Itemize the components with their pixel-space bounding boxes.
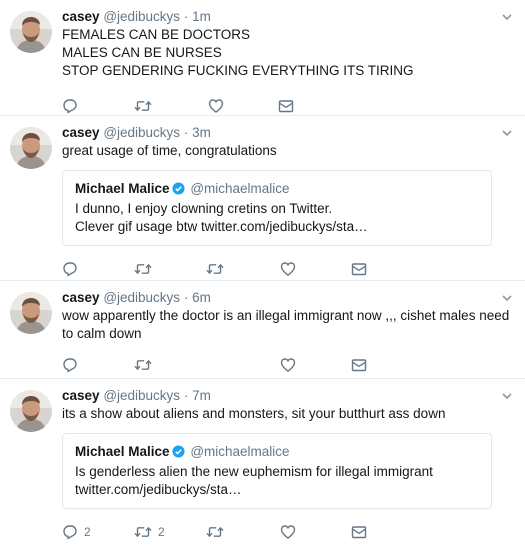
- quoted-user-handle: @michaelmalice: [190, 444, 290, 459]
- tweet-text-line: its a show about aliens and monsters, si…: [62, 406, 446, 421]
- tweet-text: great usage of time, congratulations: [62, 142, 513, 160]
- dm-button[interactable]: [351, 357, 367, 373]
- tweet[interactable]: casey @jedibuckys · 3m great usage of ti…: [0, 116, 525, 281]
- tweet-actions: 2 2: [62, 515, 513, 551]
- display-name[interactable]: casey: [62, 290, 100, 305]
- dm-button[interactable]: [278, 98, 294, 114]
- tweet-text-line: great usage of time, congratulations: [62, 143, 277, 158]
- reply-button[interactable]: 2: [62, 524, 91, 540]
- verified-badge-icon: [172, 182, 185, 200]
- tweet-header: casey @jedibuckys · 3m: [62, 124, 513, 141]
- tweet[interactable]: casey @jedibuckys · 7m its a show about …: [0, 379, 525, 543]
- chevron-down-icon[interactable]: [501, 291, 513, 303]
- like-icon: [208, 98, 224, 114]
- retweet-with-comment-button[interactable]: [206, 524, 224, 540]
- tweet-header: casey @jedibuckys · 7m: [62, 387, 513, 404]
- quoted-tweet-header: Michael Malice @michaelmalice: [75, 443, 479, 463]
- retweet-with-comment-button[interactable]: [206, 261, 224, 277]
- separator-dot: ·: [183, 388, 189, 403]
- tweet-feed: casey @jedibuckys · 1m FEMALES CAN BE DO…: [0, 0, 525, 543]
- chevron-down-icon[interactable]: [501, 389, 513, 401]
- retweet-button[interactable]: 2: [134, 524, 165, 540]
- tweet-text-line: FEMALES CAN BE DOCTORS: [62, 27, 251, 42]
- dm-button[interactable]: [351, 261, 367, 277]
- retweet-icon: [206, 524, 224, 540]
- like-icon: [280, 524, 296, 540]
- reply-button[interactable]: [62, 357, 78, 373]
- separator-dot: ·: [183, 9, 189, 24]
- retweet-icon: [134, 261, 152, 277]
- tweet[interactable]: casey @jedibuckys · 6m wow apparently th…: [0, 281, 525, 379]
- dm-icon: [351, 261, 367, 277]
- quoted-text-line: Clever gif usage btw twitter.com/jedibuc…: [75, 219, 368, 234]
- quoted-tweet-header: Michael Malice @michaelmalice: [75, 180, 479, 200]
- user-handle[interactable]: @jedibuckys: [103, 125, 180, 140]
- tweet[interactable]: casey @jedibuckys · 1m FEMALES CAN BE DO…: [0, 0, 525, 116]
- timestamp[interactable]: 7m: [192, 388, 211, 403]
- dm-button[interactable]: [351, 524, 367, 540]
- display-name[interactable]: casey: [62, 388, 100, 403]
- quoted-tweet[interactable]: Michael Malice @michaelmalice Is genderl…: [62, 433, 492, 509]
- tweet-header: casey @jedibuckys · 6m: [62, 289, 513, 306]
- user-handle[interactable]: @jedibuckys: [103, 9, 180, 24]
- avatar[interactable]: [10, 390, 52, 432]
- retweet-icon: [134, 98, 152, 114]
- quoted-text-line: twitter.com/jedibuckys/sta…: [75, 482, 242, 497]
- retweet-icon: [134, 357, 152, 373]
- retweet-count: 2: [158, 525, 165, 539]
- like-button[interactable]: [208, 98, 224, 114]
- timestamp[interactable]: 6m: [192, 290, 211, 305]
- avatar[interactable]: [10, 127, 52, 169]
- dm-icon: [278, 98, 294, 114]
- timestamp[interactable]: 3m: [192, 125, 211, 140]
- quoted-display-name: Michael Malice: [75, 181, 170, 196]
- user-handle[interactable]: @jedibuckys: [103, 388, 180, 403]
- chevron-down-icon[interactable]: [501, 126, 513, 138]
- tweet-text: wow apparently the doctor is an illegal …: [62, 307, 513, 343]
- tweet-text-line: wow apparently the doctor is an illegal …: [62, 308, 510, 323]
- reply-icon: [62, 98, 78, 114]
- verified-badge-icon: [172, 445, 185, 463]
- like-icon: [280, 357, 296, 373]
- retweet-button[interactable]: [134, 357, 152, 373]
- quoted-display-name: Michael Malice: [75, 444, 170, 459]
- avatar[interactable]: [10, 11, 52, 53]
- separator-dot: ·: [183, 125, 189, 140]
- display-name[interactable]: casey: [62, 9, 100, 24]
- retweet-button[interactable]: [134, 98, 152, 114]
- like-button[interactable]: [280, 524, 296, 540]
- reply-count: 2: [84, 525, 91, 539]
- display-name[interactable]: casey: [62, 125, 100, 140]
- tweet-header: casey @jedibuckys · 1m: [62, 8, 513, 25]
- chevron-down-icon[interactable]: [501, 10, 513, 22]
- reply-icon: [62, 524, 78, 540]
- timestamp[interactable]: 1m: [192, 9, 211, 24]
- quoted-tweet-text: I dunno, I enjoy clowning cretins on Twi…: [75, 200, 479, 236]
- tweet-text: FEMALES CAN BE DOCTORS MALES CAN BE NURS…: [62, 26, 513, 80]
- tweet-text: its a show about aliens and monsters, si…: [62, 405, 513, 423]
- quoted-text-line: Is genderless alien the new euphemism fo…: [75, 464, 433, 479]
- avatar[interactable]: [10, 292, 52, 334]
- quoted-text-line: I dunno, I enjoy clowning cretins on Twi…: [75, 201, 333, 216]
- like-button[interactable]: [280, 357, 296, 373]
- separator-dot: ·: [183, 290, 189, 305]
- like-icon: [280, 261, 296, 277]
- like-button[interactable]: [280, 261, 296, 277]
- reply-icon: [62, 261, 78, 277]
- dm-icon: [351, 524, 367, 540]
- quoted-user-handle: @michaelmalice: [190, 181, 290, 196]
- dm-icon: [351, 357, 367, 373]
- quoted-tweet[interactable]: Michael Malice @michaelmalice I dunno, I…: [62, 170, 492, 246]
- tweet-text-line: STOP GENDERING FUCKING EVERYTHING ITS TI…: [62, 63, 414, 78]
- reply-button[interactable]: [62, 98, 78, 114]
- user-handle[interactable]: @jedibuckys: [103, 290, 180, 305]
- retweet-icon: [206, 261, 224, 277]
- reply-icon: [62, 357, 78, 373]
- retweet-icon: [134, 524, 152, 540]
- reply-button[interactable]: [62, 261, 78, 277]
- tweet-text-line: to calm down: [62, 326, 142, 341]
- retweet-button[interactable]: [134, 261, 152, 277]
- quoted-tweet-text: Is genderless alien the new euphemism fo…: [75, 463, 479, 499]
- tweet-text-line: MALES CAN BE NURSES: [62, 45, 222, 60]
